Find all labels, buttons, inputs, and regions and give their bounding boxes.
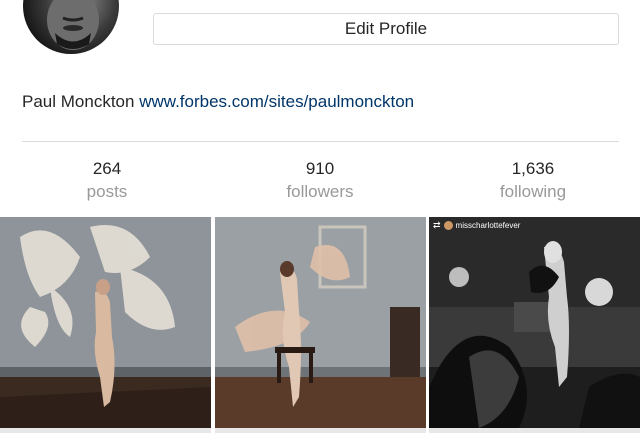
- repost-attribution: ⇄ misscharlottefever: [433, 220, 520, 231]
- stat-following-count: 1,636: [511, 159, 555, 178]
- profile-name: Paul Monckton: [22, 92, 135, 111]
- post-thumbnail[interactable]: ⇄ misscharlottefever: [429, 217, 640, 428]
- profile-avatar[interactable]: [23, 0, 119, 54]
- avatar-face: [47, 0, 99, 50]
- repost-icon: ⇄: [433, 220, 441, 230]
- stat-followers[interactable]: 910 followers: [250, 158, 390, 204]
- edit-profile-button[interactable]: Edit Profile: [153, 13, 619, 45]
- stat-followers-label: followers: [286, 182, 354, 201]
- post-thumbnail-next-row: [0, 428, 211, 433]
- profile-stats: 264 posts 910 followers 1,636 following: [0, 158, 640, 208]
- stat-posts[interactable]: 264 posts: [37, 158, 177, 204]
- repost-user-avatar: [443, 221, 453, 230]
- repost-username: misscharlottefever: [455, 221, 521, 230]
- post-image-feather-dancer: [0, 217, 211, 428]
- post-grid: ⇄ misscharlottefever: [0, 217, 640, 433]
- stats-divider: [22, 141, 619, 142]
- stat-following[interactable]: 1,636 following: [463, 158, 603, 204]
- post-image-fan-dancer: [215, 217, 426, 428]
- post-thumbnail[interactable]: [215, 217, 426, 428]
- stat-posts-count: 264: [92, 159, 122, 178]
- stat-posts-label: posts: [86, 182, 128, 201]
- post-image-stage-show: [429, 217, 640, 428]
- post-thumbnail-next-row: [429, 428, 640, 433]
- stat-following-label: following: [499, 182, 567, 201]
- profile-website-link[interactable]: www.forbes.com/sites/paulmonckton: [139, 92, 414, 111]
- stat-followers-count: 910: [305, 159, 335, 178]
- post-thumbnail-next-row: [215, 428, 426, 433]
- post-thumbnail[interactable]: [0, 217, 211, 428]
- profile-bio: Paul Monckton www.forbes.com/sites/paulm…: [22, 92, 414, 112]
